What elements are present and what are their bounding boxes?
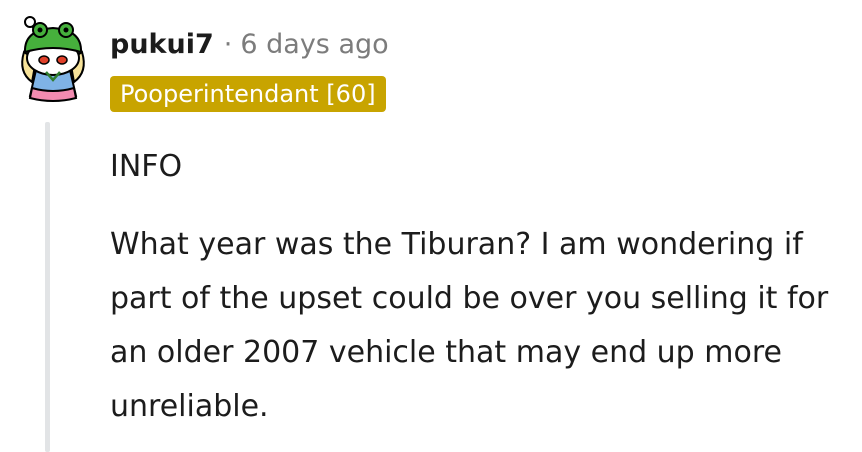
comment-body: INFO What year was the Tiburan? I am won… — [110, 140, 850, 434]
comment: pukui7 · 6 days ago Pooperintendant [60]… — [0, 0, 862, 452]
username-link[interactable]: pukui7 — [110, 29, 214, 60]
comment-paragraph: INFO — [110, 149, 183, 184]
thread-line[interactable] — [45, 122, 50, 452]
separator-dot: · — [223, 28, 233, 60]
timestamp-link[interactable]: 6 days ago — [240, 29, 388, 60]
comment-paragraph: What year was the Tiburan? I am wonderin… — [110, 227, 829, 424]
user-flair-badge: Pooperintendant [60] — [110, 76, 386, 112]
user-avatar-icon[interactable] — [12, 8, 94, 104]
comment-meta: pukui7 · 6 days ago — [110, 24, 389, 64]
